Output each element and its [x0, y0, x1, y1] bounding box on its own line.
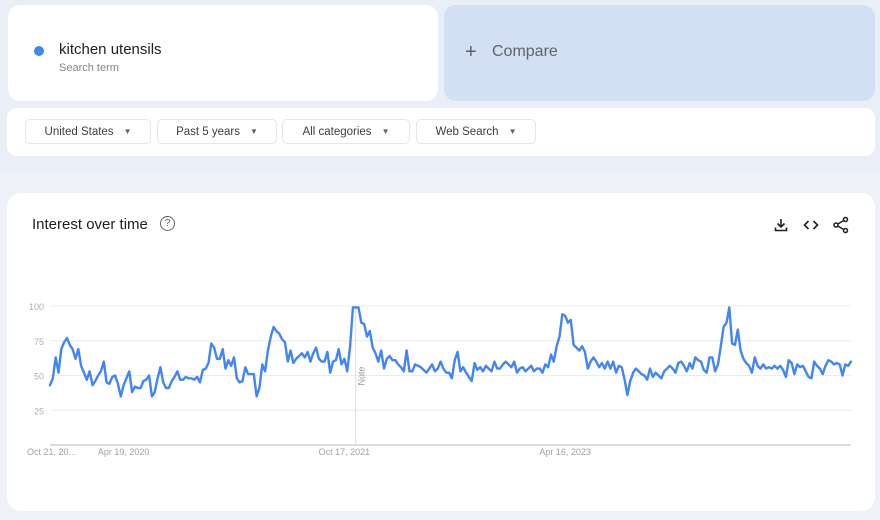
embed-code-icon[interactable]	[801, 215, 821, 235]
filter-bar: United States ▼ Past 5 years ▼ All categ…	[7, 108, 875, 156]
filter-category-label: All categories	[302, 125, 372, 138]
filter-region[interactable]: United States ▼	[25, 119, 151, 144]
search-term-sublabel: Search term	[59, 62, 119, 74]
filter-time-range[interactable]: Past 5 years ▼	[157, 119, 277, 144]
compare-button[interactable]: + Compare	[444, 5, 875, 101]
search-term-label: kitchen utensils	[59, 41, 162, 58]
share-icon[interactable]	[831, 215, 851, 235]
search-term-card[interactable]: kitchen utensils Search term	[8, 5, 438, 101]
caret-down-icon: ▼	[250, 127, 258, 136]
caret-down-icon: ▼	[123, 127, 132, 136]
filter-region-label: United States	[44, 125, 114, 138]
series-color-dot	[34, 46, 44, 56]
filter-search-type[interactable]: Web Search ▼	[416, 119, 536, 144]
help-icon[interactable]: ?	[160, 216, 175, 231]
caret-down-icon: ▼	[381, 127, 390, 136]
caret-down-icon: ▼	[508, 127, 517, 136]
interest-over-time-panel: Interest over time ?	[7, 193, 875, 511]
plus-icon: +	[465, 41, 477, 63]
filter-time-range-label: Past 5 years	[176, 125, 240, 138]
compare-label: Compare	[492, 43, 558, 60]
filter-category[interactable]: All categories ▼	[282, 119, 410, 144]
filter-search-type-label: Web Search	[435, 125, 499, 138]
download-icon[interactable]	[771, 215, 791, 235]
panel-title: Interest over time	[32, 216, 148, 233]
